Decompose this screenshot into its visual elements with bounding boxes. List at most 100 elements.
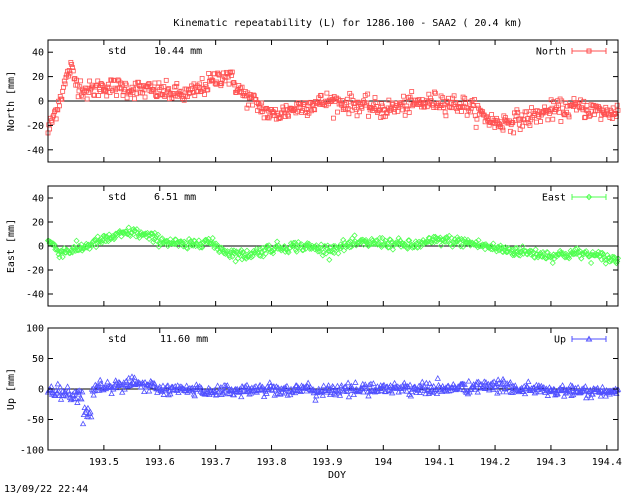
data-point [426, 91, 432, 97]
timestamp: 13/09/22 22:44 [4, 484, 88, 495]
data-point [401, 93, 406, 99]
data-point [250, 102, 256, 108]
std-value: 10.44 mm [154, 46, 202, 57]
data-point [351, 232, 358, 239]
x-tick-label: 194.2 [480, 457, 510, 468]
y-tick-label: 50 [32, 354, 44, 365]
data-point [529, 105, 534, 111]
panel-east: -40 -20 0 20 40 East [mm] std 6.51 mm East [6, 185, 622, 307]
panel-north: -40 -20 0 20 40 North [mm] std 10.44 mm North [6, 39, 621, 163]
data-point [407, 392, 415, 399]
data-point [584, 103, 590, 109]
data-point [326, 256, 333, 263]
data-point [60, 88, 66, 94]
y-tick-label: 40 [32, 194, 44, 205]
std-label: std [108, 192, 126, 203]
data-point [366, 113, 371, 119]
data-point [344, 379, 352, 386]
data-point [331, 115, 336, 121]
data-point [473, 124, 479, 130]
std-label: std [108, 334, 126, 345]
legend-label: North [536, 47, 566, 58]
legend-label: East [542, 193, 566, 204]
data-point [402, 112, 408, 118]
data-point [152, 80, 158, 86]
data-point [534, 119, 539, 125]
data-point [571, 96, 577, 101]
data-point [114, 93, 119, 98]
data-point [365, 91, 371, 97]
data-point [494, 376, 502, 383]
data-point [489, 112, 495, 117]
y-axis-label: North [mm] [6, 71, 17, 131]
x-tick-label: 193.9 [312, 457, 342, 468]
data-points [45, 59, 621, 136]
y-axis-label: East [mm] [6, 219, 17, 273]
data-point [156, 80, 162, 86]
data-point [206, 71, 212, 76]
data-point [465, 377, 472, 384]
data-point [434, 375, 441, 381]
x-tick-label: 194.1 [424, 457, 454, 468]
data-point [73, 237, 80, 244]
data-point [84, 96, 90, 102]
y-tick-label: -20 [26, 266, 44, 277]
data-point [161, 84, 167, 89]
data-point [226, 81, 232, 87]
y-tick-label: 0 [38, 97, 44, 108]
y-tick-label: 0 [38, 242, 44, 253]
data-point [598, 116, 604, 122]
data-point [132, 96, 137, 102]
data-points [44, 373, 622, 427]
data-point [538, 119, 543, 124]
legend-label: Up [554, 335, 566, 346]
data-point [324, 90, 330, 96]
data-point [238, 393, 245, 400]
y-tick-label: 40 [32, 48, 44, 59]
data-point [79, 420, 87, 427]
legend: North [536, 47, 607, 58]
y-tick-label: 20 [32, 218, 44, 229]
data-point [209, 235, 216, 242]
data-point [588, 259, 595, 267]
data-point [558, 119, 564, 124]
data-point [78, 78, 84, 84]
data-point [87, 78, 92, 84]
data-point [163, 77, 169, 83]
data-point [345, 106, 351, 111]
y-tick-label: 20 [32, 72, 44, 83]
std-label: std [108, 46, 126, 57]
data-point [97, 376, 104, 383]
legend: East [542, 193, 607, 204]
data-point [614, 102, 620, 108]
data-point [372, 95, 378, 100]
data-point [345, 393, 353, 400]
data-point [142, 94, 148, 100]
x-tick-label: 193.7 [201, 457, 231, 468]
data-point [199, 76, 205, 81]
data-point [550, 116, 556, 122]
y-tick-label: -40 [26, 290, 44, 301]
data-point [545, 117, 551, 123]
data-point [108, 390, 115, 397]
y-tick-label: -40 [26, 145, 44, 156]
std-value: 11.60 mm [160, 334, 208, 345]
chart-title: Kinematic repeatability (L) for 1286.100… [173, 18, 522, 29]
data-point [352, 379, 359, 385]
std-value: 6.51 mm [154, 192, 196, 203]
data-point [559, 382, 566, 388]
y-tick-label: -50 [26, 415, 44, 426]
data-point [96, 93, 101, 98]
y-tick-label: 100 [26, 324, 44, 335]
y-axis-label: Up [mm] [6, 368, 17, 410]
legend: Up [554, 335, 607, 346]
data-point [64, 383, 71, 390]
x-tick-label: 194.4 [592, 457, 622, 468]
data-point [560, 105, 565, 111]
x-tick-label: 194 [374, 457, 392, 468]
x-tick-label: 193.5 [89, 457, 119, 468]
data-point [266, 379, 273, 386]
data-point [459, 109, 464, 114]
data-point [141, 388, 148, 395]
data-point [525, 378, 532, 385]
